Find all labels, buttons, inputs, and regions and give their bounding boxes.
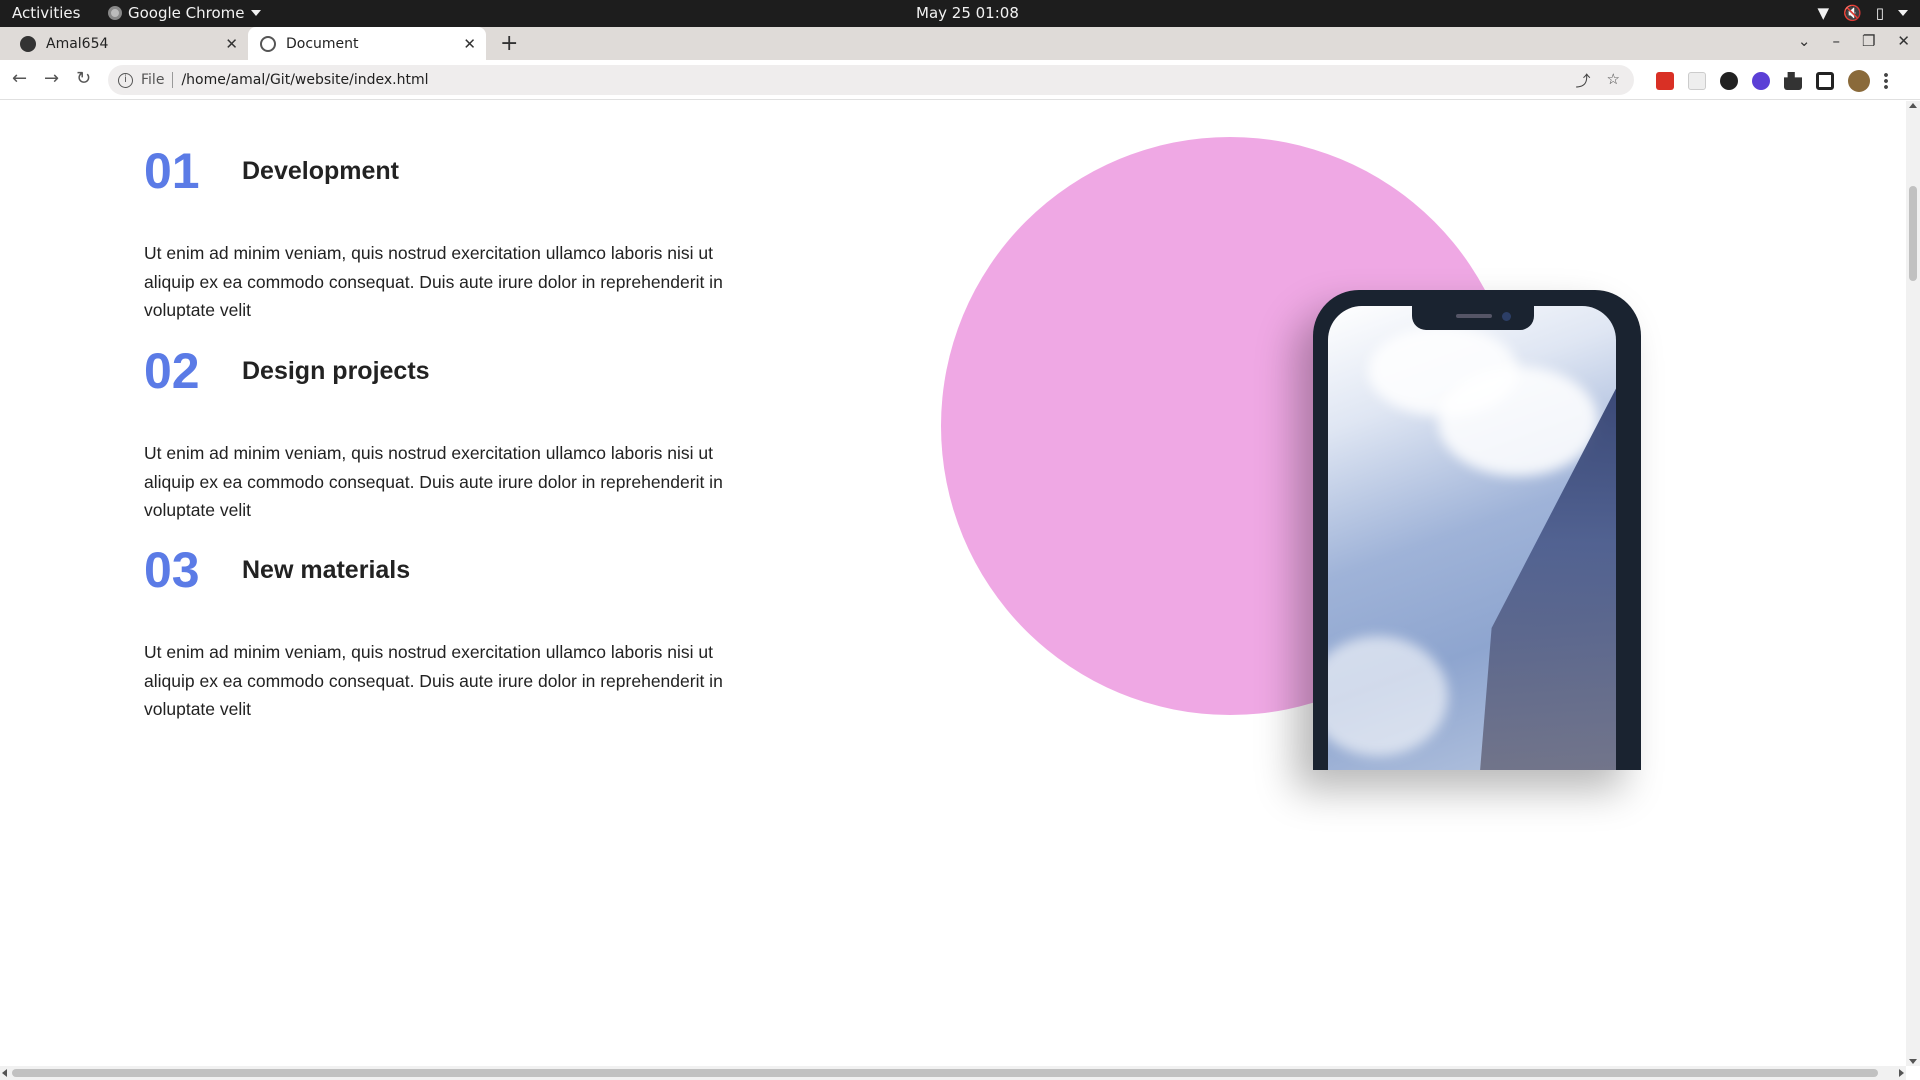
feature-title: Design projects xyxy=(242,356,430,385)
scroll-thumb[interactable] xyxy=(1909,186,1917,281)
bookmark-star-icon[interactable]: ☆ xyxy=(1607,70,1620,91)
feature-description: Ut enim ad minim veniam, quis nostrud ex… xyxy=(144,642,723,719)
vertical-scrollbar[interactable] xyxy=(1906,101,1920,1066)
share-icon[interactable]: ⤴ xyxy=(1576,70,1591,91)
volume-muted-icon: 🔇 xyxy=(1843,4,1862,22)
scroll-right-icon[interactable] xyxy=(1899,1069,1904,1077)
scroll-thumb[interactable] xyxy=(12,1069,1878,1077)
feature-header: 02 Design projects xyxy=(144,343,744,399)
feature-number: 03 xyxy=(144,542,200,598)
close-icon[interactable]: ✕ xyxy=(463,35,476,53)
new-tab-button[interactable]: + xyxy=(500,31,518,56)
close-icon[interactable]: ✕ xyxy=(225,35,238,53)
system-tray[interactable]: ▼ 🔇 ▯ xyxy=(1817,4,1908,22)
blank-extension-icon[interactable] xyxy=(1688,72,1706,90)
feature-description: Ut enim ad minim veniam, quis nostrud ex… xyxy=(144,243,723,320)
tab-document[interactable]: Document ✕ xyxy=(248,27,486,60)
clock[interactable]: May 25 01:08 xyxy=(916,4,1019,22)
minimize-button[interactable]: – xyxy=(1832,32,1840,50)
github-icon xyxy=(20,35,36,52)
forward-icon[interactable]: → xyxy=(44,68,59,89)
camera-icon xyxy=(1502,312,1511,321)
cloud-shape xyxy=(1438,366,1598,476)
activities-button[interactable]: Activities xyxy=(12,4,80,22)
feature-item: 03 New materials Ut enim ad minim veniam… xyxy=(144,542,744,724)
purple-extension-icon[interactable] xyxy=(1752,72,1770,90)
openai-extension-icon[interactable] xyxy=(1720,72,1738,90)
feature-title: New materials xyxy=(242,555,411,584)
horizontal-scrollbar[interactable] xyxy=(0,1066,1906,1080)
kebab-menu-icon[interactable] xyxy=(1884,72,1888,90)
chevron-down-icon xyxy=(250,10,261,16)
system-menu-chevron-icon xyxy=(1898,10,1908,16)
side-panel-icon[interactable] xyxy=(1816,72,1834,90)
divider xyxy=(172,72,174,88)
red-extension-icon[interactable] xyxy=(1656,72,1674,90)
phone-screen xyxy=(1328,306,1616,770)
system-top-bar: Activities Google Chrome May 25 01:08 ▼ … xyxy=(0,0,1920,27)
tab-title: Document xyxy=(286,35,359,52)
scheme-label: File xyxy=(141,72,165,88)
wifi-icon: ▼ xyxy=(1817,4,1830,22)
tab-search-icon[interactable]: ⌄ xyxy=(1798,32,1811,50)
window-controls: ⌄ – ❐ ✕ xyxy=(1798,32,1910,50)
page-viewport: 01 Development Ut enim ad minim veniam, … xyxy=(0,101,1906,1066)
feature-header: 01 Development xyxy=(144,143,744,199)
feature-number: 01 xyxy=(144,143,200,199)
scroll-left-icon[interactable] xyxy=(2,1069,7,1077)
phone-mockup-image xyxy=(1313,290,1641,770)
chrome-icon xyxy=(108,6,122,20)
globe-icon xyxy=(260,35,276,52)
url-text[interactable]: /home/amal/Git/website/index.html xyxy=(181,72,428,88)
profile-avatar[interactable] xyxy=(1848,70,1870,92)
feature-number: 02 xyxy=(144,343,200,399)
omnibox-actions: ⤴ ☆ xyxy=(1576,70,1620,91)
app-name: Google Chrome xyxy=(128,4,245,22)
feature-header: 03 New materials xyxy=(144,542,744,598)
tab-strip: Amal654 ✕ Document ✕ + ⌄ – ❐ ✕ xyxy=(0,27,1920,60)
tab-amal654[interactable]: Amal654 ✕ xyxy=(8,27,248,60)
cloud-shape xyxy=(1328,636,1448,756)
scroll-down-icon[interactable] xyxy=(1909,1059,1917,1064)
reload-icon[interactable]: ↻ xyxy=(76,68,91,89)
app-menu[interactable]: Google Chrome xyxy=(108,4,261,22)
battery-icon: ▯ xyxy=(1875,4,1884,22)
feature-title: Development xyxy=(242,156,399,185)
close-window-button[interactable]: ✕ xyxy=(1897,32,1910,50)
feature-description: Ut enim ad minim veniam, quis nostrud ex… xyxy=(144,443,723,520)
address-bar[interactable]: i File /home/amal/Git/website/index.html… xyxy=(108,65,1634,95)
extensions-row xyxy=(1656,70,1888,92)
browser-toolbar: ← → ↻ i File /home/amal/Git/website/inde… xyxy=(0,60,1920,100)
feature-item: 01 Development Ut enim ad minim veniam, … xyxy=(144,143,744,325)
scroll-up-icon[interactable] xyxy=(1909,103,1917,108)
puzzle-icon[interactable] xyxy=(1784,72,1802,90)
feature-item: 02 Design projects Ut enim ad minim veni… xyxy=(144,343,744,525)
phone-notch xyxy=(1412,306,1534,330)
restore-button[interactable]: ❐ xyxy=(1862,32,1875,50)
info-icon[interactable]: i xyxy=(118,72,133,88)
speaker-grille xyxy=(1456,314,1492,318)
back-icon[interactable]: ← xyxy=(12,68,27,89)
tab-title: Amal654 xyxy=(46,35,109,52)
